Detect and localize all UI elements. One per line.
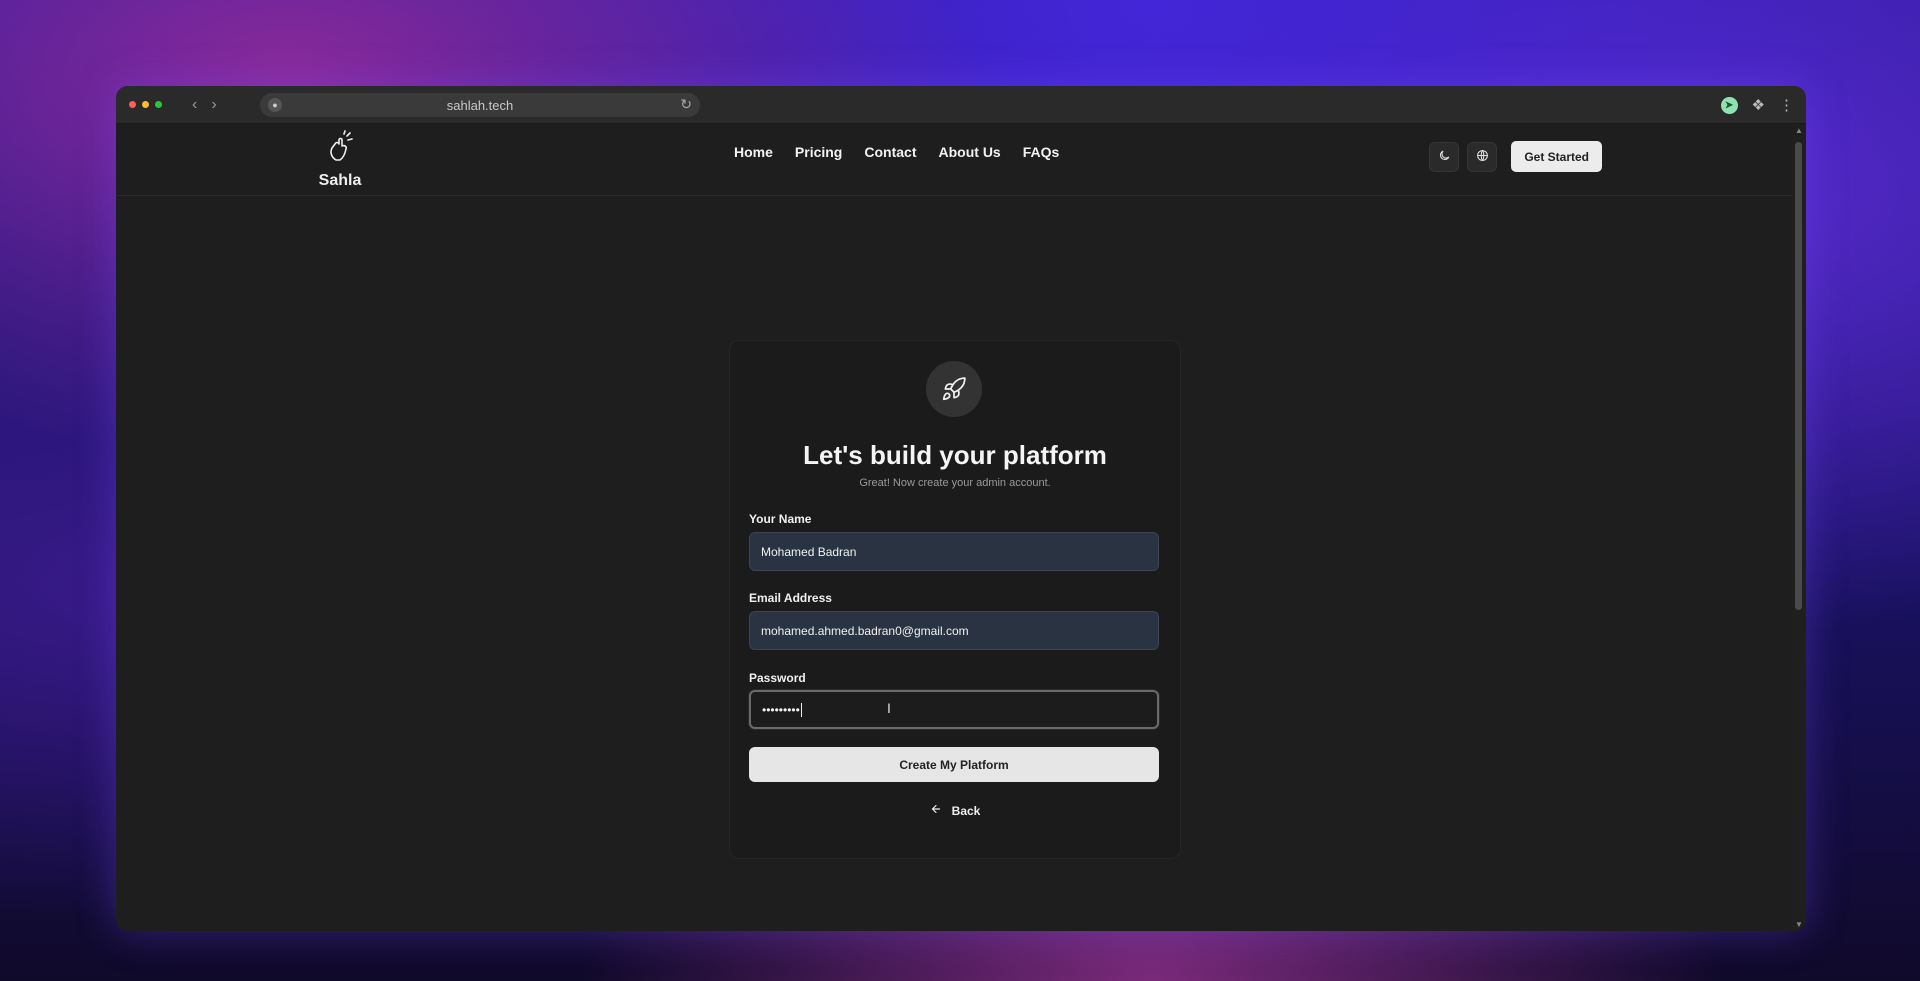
- close-window-button[interactable]: [129, 101, 136, 108]
- extensions-puzzle-icon[interactable]: ❖: [1752, 96, 1765, 114]
- text-caret: [800, 702, 802, 717]
- browser-toolbar: ‹ › ● sahlah.tech ↻ ➤ ❖ ⋮: [116, 86, 1806, 124]
- page-content: Sahla Home Pricing Contact About Us FAQs: [116, 124, 1792, 931]
- email-label: Email Address: [749, 591, 832, 605]
- browser-window: ‹ › ● sahlah.tech ↻ ➤ ❖ ⋮ Sahla Home Pri…: [116, 86, 1806, 931]
- password-input-value: •••••••••: [762, 702, 800, 717]
- forward-arrow-icon[interactable]: ›: [211, 96, 216, 114]
- nav-pricing-link[interactable]: Pricing: [795, 144, 842, 160]
- scroll-up-icon[interactable]: ▲: [1795, 126, 1803, 135]
- password-label: Password: [749, 671, 806, 685]
- signup-card: Let's build your platform Great! Now cre…: [729, 340, 1181, 859]
- globe-icon: [1476, 149, 1489, 165]
- site-info-icon[interactable]: ●: [268, 98, 282, 112]
- extension-avatar-icon[interactable]: ➤: [1720, 96, 1738, 114]
- nav-home-link[interactable]: Home: [734, 144, 773, 160]
- address-bar-url: sahlah.tech: [446, 97, 514, 113]
- nav-contact-link[interactable]: Contact: [864, 144, 916, 160]
- form-subtitle: Great! Now create your admin account.: [859, 477, 1051, 489]
- email-input[interactable]: mohamed.ahmed.badran0@gmail.com: [749, 611, 1159, 650]
- browser-extensions: ➤ ❖ ⋮: [1720, 96, 1794, 114]
- get-started-button[interactable]: Get Started: [1511, 141, 1602, 172]
- nav-about-link[interactable]: About Us: [939, 144, 1001, 160]
- header-actions: Get Started: [1429, 141, 1602, 172]
- scroll-down-icon[interactable]: ▼: [1795, 920, 1803, 929]
- back-arrow-icon[interactable]: ‹: [192, 96, 197, 114]
- reload-icon[interactable]: ↻: [680, 96, 692, 113]
- arrow-left-icon: [930, 803, 942, 818]
- browser-menu-icon[interactable]: ⋮: [1779, 96, 1794, 114]
- password-input[interactable]: •••••••••: [749, 690, 1159, 729]
- rocket-icon: [926, 361, 982, 417]
- theme-toggle-button[interactable]: [1429, 141, 1460, 172]
- name-label: Your Name: [749, 512, 812, 526]
- moon-icon: [1438, 149, 1451, 165]
- text-cursor-icon: I: [887, 700, 891, 716]
- name-input-value: Mohamed Badran: [761, 544, 857, 559]
- window-controls: [129, 101, 162, 108]
- brand-name: Sahla: [318, 172, 362, 189]
- snap-hand-logo-icon: [316, 130, 364, 172]
- form-title: Let's build your platform: [803, 440, 1107, 470]
- email-input-value: mohamed.ahmed.badran0@gmail.com: [761, 623, 969, 638]
- maximize-window-button[interactable]: [155, 101, 162, 108]
- nav-faqs-link[interactable]: FAQs: [1023, 144, 1060, 160]
- address-bar[interactable]: ● sahlah.tech ↻: [260, 93, 700, 117]
- create-platform-button[interactable]: Create My Platform: [749, 747, 1159, 782]
- site-logo[interactable]: Sahla: [316, 130, 364, 190]
- language-button[interactable]: [1467, 141, 1498, 172]
- main-navigation: Home Pricing Contact About Us FAQs: [734, 144, 1059, 160]
- back-link[interactable]: Back: [730, 803, 1180, 818]
- scrollbar-thumb[interactable]: [1795, 142, 1802, 610]
- site-header: Sahla Home Pricing Contact About Us FAQs: [116, 124, 1792, 196]
- minimize-window-button[interactable]: [142, 101, 149, 108]
- name-input[interactable]: Mohamed Badran: [749, 532, 1159, 571]
- back-label: Back: [951, 803, 981, 818]
- page-scrollbar[interactable]: ▲ ▼: [1792, 124, 1806, 931]
- history-controls: ‹ ›: [192, 96, 217, 114]
